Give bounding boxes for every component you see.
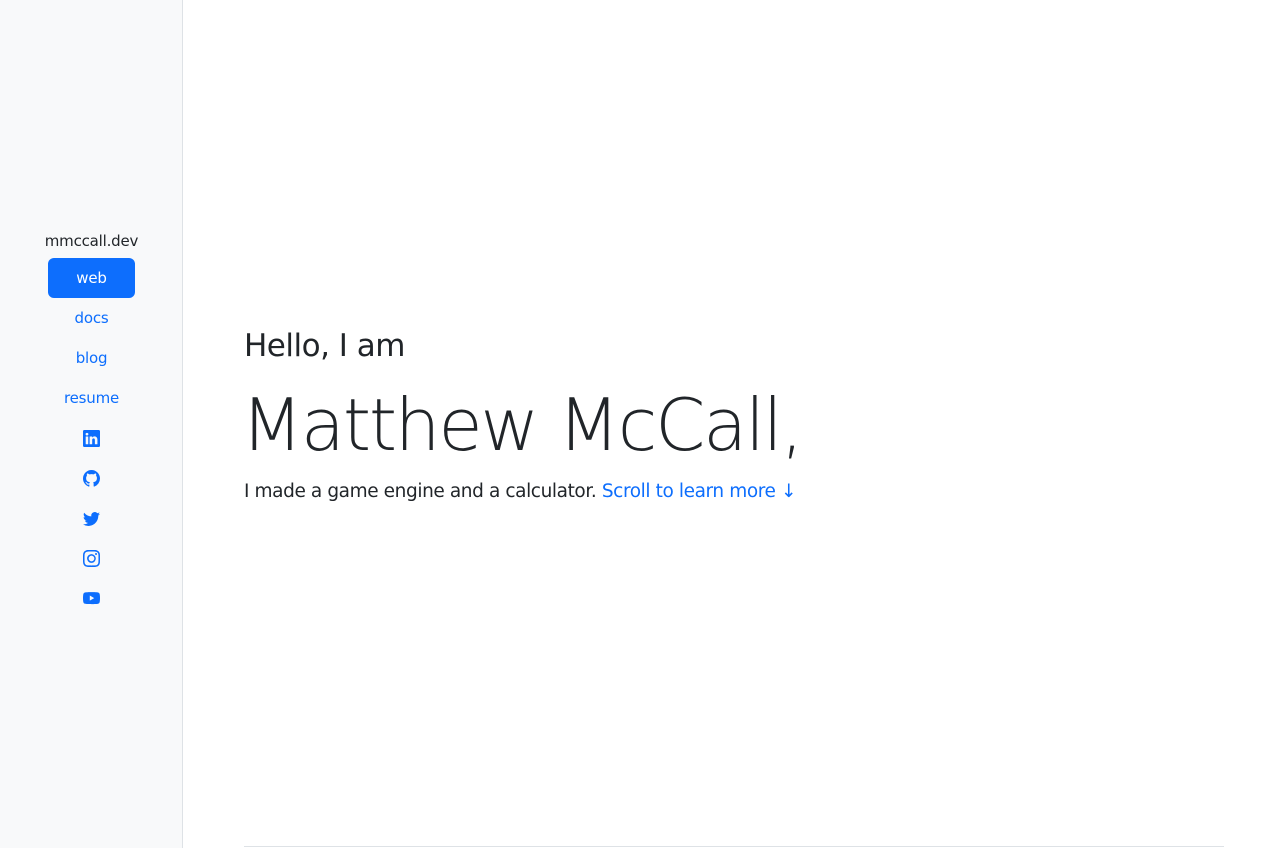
github-icon[interactable] [48, 458, 135, 498]
site-brand[interactable]: mmccall.dev [0, 231, 183, 251]
nav-item-web[interactable]: web [48, 258, 135, 298]
name-heading: Matthew McCall, [241, 383, 804, 467]
linkedin-icon[interactable] [48, 418, 135, 458]
sidebar: mmccall.dev web docs blog resume [0, 0, 183, 848]
tagline: I made a game engine and a calculator. S… [244, 477, 797, 507]
nav-item-docs[interactable]: docs [48, 298, 135, 338]
main-content: Hello, I am Matthew McCall, I made a gam… [241, 0, 1224, 848]
divider [244, 846, 1224, 847]
tagline-text: I made a game engine and a calculator. [244, 481, 597, 502]
sidebar-nav: web docs blog resume [48, 258, 135, 618]
nav-item-resume[interactable]: resume [48, 378, 135, 418]
scroll-link[interactable]: Scroll to learn more ↓ [602, 481, 797, 502]
nav-item-blog[interactable]: blog [48, 338, 135, 378]
greeting-heading: Hello, I am [244, 328, 405, 364]
instagram-icon[interactable] [48, 538, 135, 578]
twitter-icon[interactable] [48, 498, 135, 538]
youtube-icon[interactable] [48, 578, 135, 618]
